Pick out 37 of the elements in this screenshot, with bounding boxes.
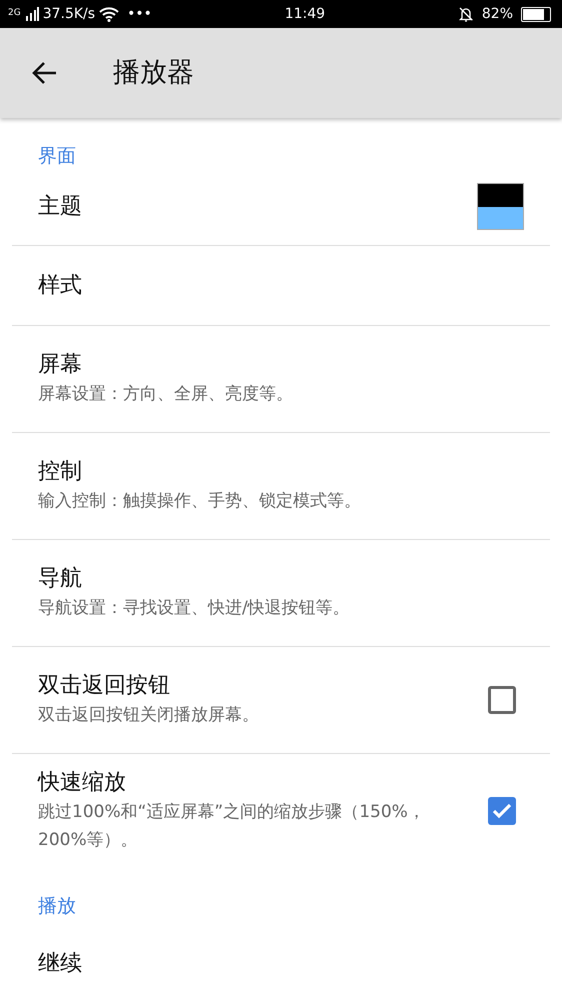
section-header: 播放: [38, 895, 76, 917]
preference-row[interactable]: 导航 导航设置：寻找设置、快进/快退按钮等。: [12, 540, 550, 647]
preference-row[interactable]: 主题: [12, 168, 550, 246]
preference-row[interactable]: 样式: [12, 246, 550, 326]
preference-row[interactable]: 快速缩放 跳过100%和“适应屏幕”之间的缩放步骤（150%，200%等）。: [12, 754, 550, 868]
battery-percent: 82%: [482, 4, 513, 24]
preference-title: 双击返回按钮: [38, 672, 171, 700]
preference-summary: 导航设置：寻找设置、快进/快退按钮等。: [38, 597, 351, 620]
more-indicator: •••: [127, 4, 152, 24]
network-type-label: 2G: [8, 7, 21, 20]
theme-swatch[interactable]: [477, 183, 524, 230]
battery-icon: [521, 6, 551, 22]
preference-row[interactable]: 控制 输入控制：触摸操作、手势、锁定模式等。: [12, 433, 550, 540]
checkbox[interactable]: [488, 686, 516, 714]
wifi-icon: [99, 6, 120, 22]
preference-summary: 输入控制：触摸操作、手势、锁定模式等。: [38, 490, 362, 513]
preference-title: 屏幕: [38, 351, 83, 379]
preference-title: 导航: [38, 565, 83, 593]
back-arrow-icon[interactable]: [31, 61, 57, 85]
checkbox[interactable]: [488, 797, 516, 825]
preference-summary: 双击返回按钮关闭播放屏幕。: [38, 704, 260, 727]
preference-row[interactable]: 屏幕 屏幕设置：方向、全屏、亮度等。: [12, 326, 550, 433]
muted-bell-icon: [458, 6, 474, 22]
preference-title: 样式: [38, 272, 83, 300]
preference-title: 继续: [38, 950, 83, 978]
preference-summary: 屏幕设置：方向、全屏、亮度等。: [38, 383, 294, 406]
preference-row[interactable]: 继续: [12, 918, 550, 998]
preference-title: 快速缩放: [38, 769, 127, 797]
section-header: 界面: [38, 145, 76, 167]
preference-title: 主题: [38, 192, 83, 220]
preference-summary: 跳过100%和“适应屏幕”之间的缩放步骤（150%，200%等）。: [38, 801, 426, 852]
preference-title: 控制: [38, 458, 83, 486]
clock-time: 11:49: [284, 6, 326, 22]
preference-row[interactable]: 双击返回按钮 双击返回按钮关闭播放屏幕。: [12, 647, 550, 754]
signal-icon: [24, 7, 39, 21]
screen-title: 播放器: [113, 56, 194, 90]
network-speed: 37.5K/s: [42, 4, 96, 24]
